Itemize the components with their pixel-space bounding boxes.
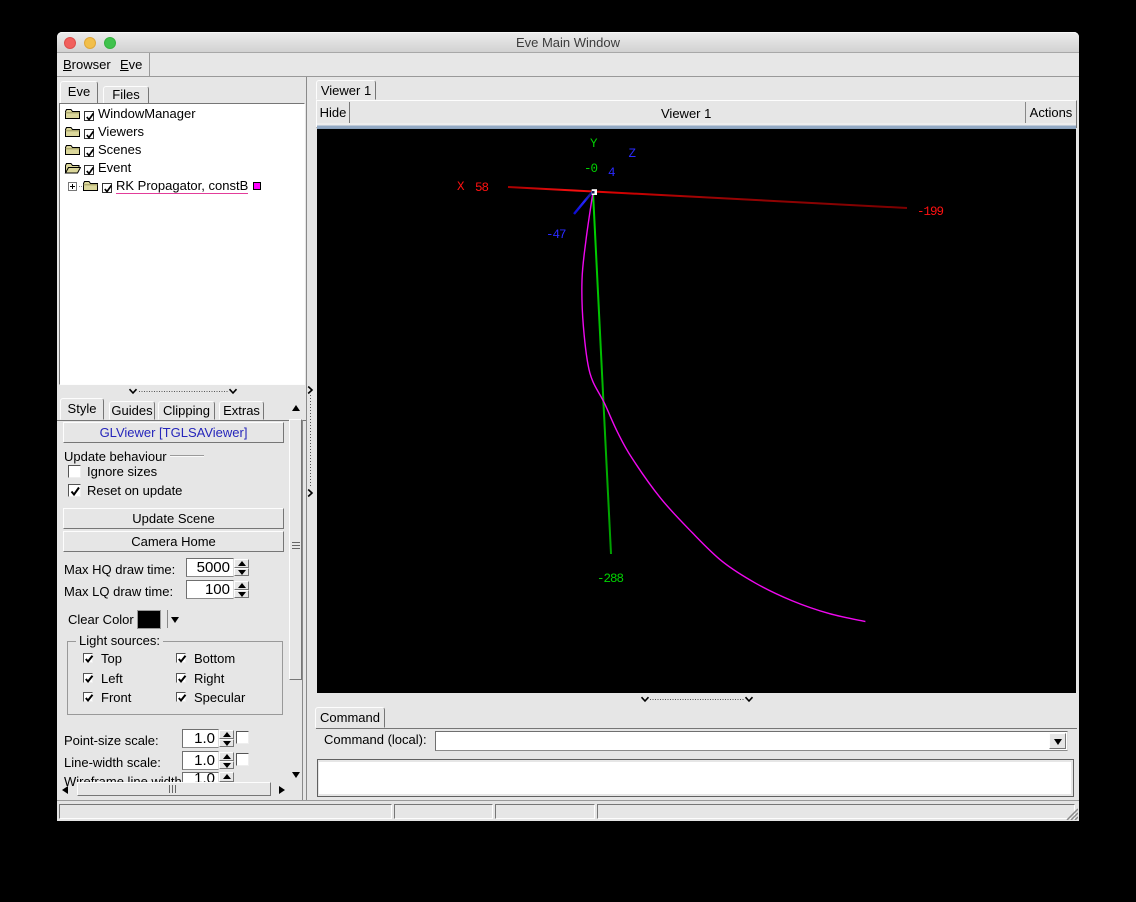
svg-text:-199: -199 [917,205,944,219]
svg-text:-0: -0 [584,162,598,176]
svg-text:Y: Y [590,137,598,151]
svg-text:X: X [457,180,465,194]
svg-text:4: 4 [608,166,615,180]
svg-text:-288: -288 [597,572,624,586]
svg-text:58: 58 [475,181,489,195]
svg-text:Z: Z [629,147,637,161]
svg-text:-47: -47 [546,228,566,242]
